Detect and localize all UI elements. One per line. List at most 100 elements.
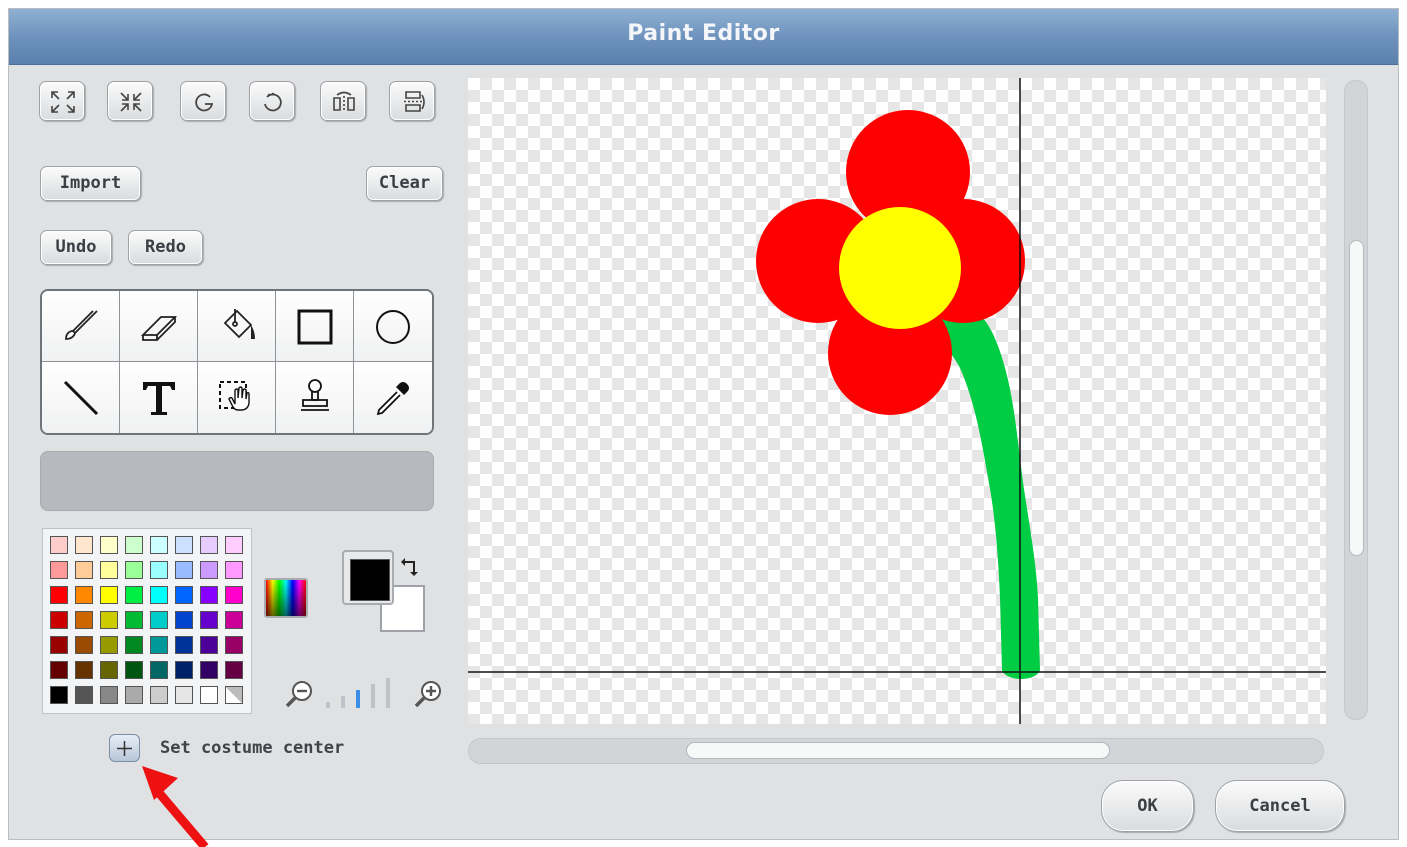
color-swatch[interactable]	[125, 686, 143, 704]
eyedropper-tool[interactable]	[354, 362, 432, 433]
color-swatch[interactable]	[75, 536, 93, 554]
color-swatch[interactable]	[150, 661, 168, 679]
color-swatch[interactable]	[50, 636, 68, 654]
color-swatch[interactable]	[200, 636, 218, 654]
color-swatch[interactable]	[50, 586, 68, 604]
zoom-in-icon[interactable]	[414, 679, 444, 709]
color-swatch[interactable]	[125, 636, 143, 654]
color-swatch[interactable]	[100, 586, 118, 604]
undo-button[interactable]: Undo	[40, 230, 112, 265]
color-swatch[interactable]	[175, 586, 193, 604]
drawing-canvas[interactable]	[468, 78, 1326, 724]
color-swatch[interactable]	[225, 636, 243, 654]
line-tool[interactable]	[42, 362, 120, 433]
flip-vertical-button[interactable]	[389, 81, 435, 121]
color-swatch[interactable]	[150, 536, 168, 554]
color-swatch[interactable]	[225, 661, 243, 679]
color-swatch[interactable]	[150, 686, 168, 704]
crosshair-icon	[117, 741, 132, 756]
color-swatch[interactable]	[200, 686, 218, 704]
color-swatch[interactable]	[75, 561, 93, 579]
color-swatch[interactable]	[125, 586, 143, 604]
zoom-level-bar[interactable]	[386, 678, 390, 708]
ellipse-tool[interactable]	[354, 291, 432, 362]
zoom-level-bar[interactable]	[371, 684, 375, 708]
rotate-right-button[interactable]	[249, 81, 295, 121]
eraser-icon	[140, 316, 178, 341]
text-tool[interactable]	[120, 362, 198, 433]
set-costume-center-button[interactable]	[109, 734, 140, 762]
select-icon	[219, 381, 250, 411]
color-swatch[interactable]	[175, 536, 193, 554]
foreground-color-swatch[interactable]	[350, 559, 390, 601]
color-swatch[interactable]	[75, 611, 93, 629]
color-swatch[interactable]	[50, 686, 68, 704]
ok-button[interactable]: OK	[1101, 780, 1194, 832]
color-swatch[interactable]	[200, 586, 218, 604]
color-swatch[interactable]	[175, 686, 193, 704]
cancel-button[interactable]: Cancel	[1215, 780, 1345, 832]
stamp-tool[interactable]	[276, 362, 354, 433]
color-swatch[interactable]	[200, 661, 218, 679]
horizontal-scrollbar-thumb[interactable]	[686, 742, 1110, 759]
shrink-button[interactable]	[107, 81, 153, 121]
color-swatch[interactable]	[100, 536, 118, 554]
color-swatch[interactable]	[225, 586, 243, 604]
fill-tool[interactable]	[198, 291, 276, 362]
color-swatch[interactable]	[75, 686, 93, 704]
rectangle-tool[interactable]	[276, 291, 354, 362]
color-swatch[interactable]	[125, 561, 143, 579]
color-swatch[interactable]	[175, 661, 193, 679]
flower-center	[839, 207, 961, 329]
color-swatch[interactable]	[50, 536, 68, 554]
color-swatch[interactable]	[175, 611, 193, 629]
flower-drawing	[468, 78, 1326, 724]
text-tool-icon	[143, 382, 175, 415]
color-picker-button[interactable]	[264, 578, 308, 618]
color-swatch[interactable]	[50, 611, 68, 629]
select-tool[interactable]	[198, 362, 276, 433]
color-swatch[interactable]	[100, 661, 118, 679]
color-swatch[interactable]	[100, 686, 118, 704]
color-swatch[interactable]	[75, 661, 93, 679]
paintbrush-tool[interactable]	[42, 291, 120, 362]
paintbrush-icon	[65, 310, 98, 340]
color-swatch[interactable]	[175, 636, 193, 654]
color-swatch[interactable]	[200, 536, 218, 554]
vertical-scrollbar-thumb[interactable]	[1349, 240, 1364, 556]
color-swatch[interactable]	[150, 561, 168, 579]
eraser-tool[interactable]	[120, 291, 198, 362]
color-swatch[interactable]	[200, 561, 218, 579]
color-swatch[interactable]	[175, 561, 193, 579]
redo-button[interactable]: Redo	[128, 230, 203, 265]
color-swatch[interactable]	[100, 636, 118, 654]
zoom-level-bar[interactable]	[326, 702, 330, 708]
color-swatch[interactable]	[125, 661, 143, 679]
color-swatch[interactable]	[75, 636, 93, 654]
color-swatch[interactable]	[225, 561, 243, 579]
zoom-level-bar[interactable]	[341, 696, 345, 708]
color-swatch[interactable]	[225, 611, 243, 629]
color-swatch[interactable]	[225, 536, 243, 554]
color-swatch[interactable]	[100, 561, 118, 579]
color-swatch[interactable]	[100, 611, 118, 629]
color-swatch[interactable]	[75, 586, 93, 604]
flip-horizontal-button[interactable]	[320, 81, 366, 121]
color-swatch[interactable]	[50, 661, 68, 679]
import-button[interactable]: Import	[40, 166, 141, 201]
enlarge-button[interactable]	[39, 81, 85, 121]
color-swatch[interactable]	[125, 536, 143, 554]
color-swatch[interactable]	[150, 586, 168, 604]
color-swatch[interactable]	[150, 611, 168, 629]
swap-colors-icon[interactable]	[399, 556, 421, 576]
color-swatch[interactable]	[50, 561, 68, 579]
color-swatch[interactable]	[150, 636, 168, 654]
clear-button[interactable]: Clear	[366, 166, 443, 201]
color-swatch[interactable]	[200, 611, 218, 629]
color-swatch[interactable]	[125, 611, 143, 629]
rotate-left-button[interactable]	[180, 81, 226, 121]
zoom-out-icon[interactable]	[285, 679, 315, 709]
zoom-level-bar[interactable]	[356, 690, 360, 708]
color-swatch[interactable]	[225, 686, 243, 704]
zoom-level-indicator[interactable]	[320, 678, 400, 710]
